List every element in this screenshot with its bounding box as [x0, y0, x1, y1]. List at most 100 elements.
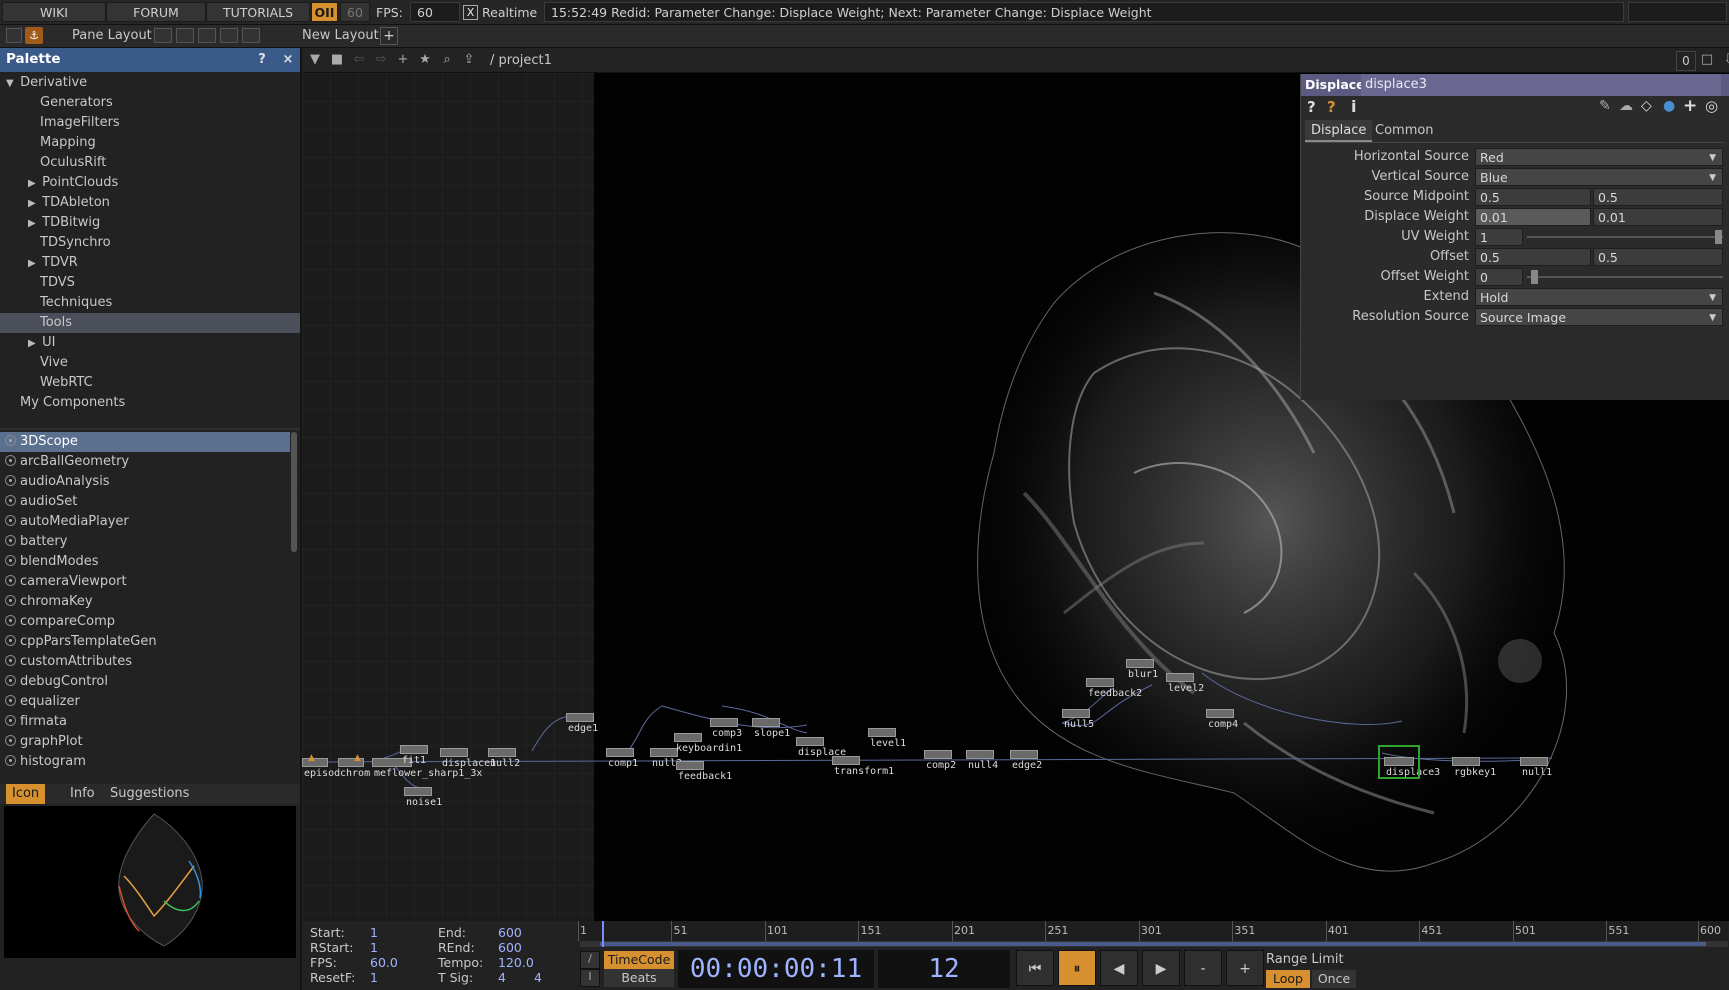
- rstart-value[interactable]: 1: [370, 940, 378, 955]
- loop-button[interactable]: Loop: [1266, 970, 1310, 988]
- network-node[interactable]: [440, 748, 468, 757]
- network-node[interactable]: [606, 748, 634, 757]
- realtime-checkbox[interactable]: X: [463, 5, 478, 20]
- network-node[interactable]: [1206, 709, 1234, 718]
- network-node[interactable]: [1166, 673, 1194, 682]
- param-field[interactable]: 0.01: [1475, 208, 1591, 226]
- network-node[interactable]: [650, 748, 678, 757]
- component-list-item[interactable]: cameraViewport: [0, 572, 290, 592]
- network-node[interactable]: [924, 750, 952, 759]
- step-back-button[interactable]: ◀: [1100, 950, 1138, 986]
- network-node[interactable]: [1010, 750, 1038, 759]
- component-list-item[interactable]: audioSet: [0, 492, 290, 512]
- component-list-item[interactable]: audioAnalysis: [0, 472, 290, 492]
- param-field[interactable]: 0.5: [1593, 188, 1723, 206]
- time-range-bar[interactable]: [580, 941, 1728, 947]
- forward-arrow-icon[interactable]: ⇨: [372, 51, 390, 69]
- component-list-item[interactable]: customAttributes: [0, 652, 290, 672]
- network-node[interactable]: [404, 787, 432, 796]
- param-field[interactable]: 0.5: [1593, 248, 1723, 266]
- python-help-icon[interactable]: ?: [1327, 98, 1336, 116]
- operator-name-field[interactable]: displace3: [1361, 74, 1721, 96]
- component-list-item[interactable]: histogram: [0, 752, 290, 772]
- param-field[interactable]: 0: [1475, 268, 1523, 286]
- pin-icon[interactable]: ⇩: [1720, 51, 1729, 69]
- network-node[interactable]: [1520, 757, 1548, 766]
- palette-tree-item[interactable]: Tools: [0, 313, 300, 333]
- component-list-scrollbar[interactable]: [291, 432, 297, 552]
- tab-info[interactable]: Info: [64, 784, 101, 804]
- palette-tree-item[interactable]: ▶ TDAbleton: [0, 193, 300, 213]
- param-menu[interactable]: Blue ▼: [1475, 168, 1723, 186]
- fps-limit-field[interactable]: 60: [340, 2, 370, 22]
- forum-button[interactable]: FORUM: [106, 2, 206, 22]
- layout-single-icon[interactable]: [154, 28, 172, 43]
- network-node[interactable]: [488, 748, 516, 757]
- param-slider-handle[interactable]: [1715, 230, 1722, 244]
- network-node[interactable]: [966, 750, 994, 759]
- component-list-item[interactable]: debugControl: [0, 672, 290, 692]
- tsig-denominator[interactable]: 4: [534, 970, 542, 985]
- component-list-item[interactable]: compareComp: [0, 612, 290, 632]
- network-node[interactable]: [868, 728, 896, 737]
- palette-tree-item[interactable]: OculusRift: [0, 153, 300, 173]
- palette-tree-item[interactable]: My Components: [0, 393, 300, 413]
- network-node[interactable]: [1452, 757, 1480, 766]
- layout-triple-icon[interactable]: [220, 28, 238, 43]
- component-list-item[interactable]: graphPlot: [0, 732, 290, 752]
- tab-icon[interactable]: Icon: [6, 784, 46, 804]
- help-icon[interactable]: ?: [1307, 98, 1316, 116]
- touchdesigner-logo-icon[interactable]: ⚓: [25, 27, 43, 44]
- oii-button[interactable]: OII: [311, 2, 338, 22]
- new-layout-label[interactable]: New Layout: [302, 28, 379, 43]
- add-layout-button[interactable]: +: [380, 27, 398, 45]
- network-node[interactable]: [674, 733, 702, 742]
- palette-tree-item[interactable]: TDVS: [0, 273, 300, 293]
- start-value[interactable]: 1: [370, 925, 378, 940]
- component-list-item[interactable]: chromaKey: [0, 592, 290, 612]
- collapsed-arrow-icon[interactable]: ▶: [28, 174, 38, 194]
- network-node[interactable]: [400, 745, 428, 754]
- network-node[interactable]: [1086, 678, 1114, 687]
- collapsed-arrow-icon[interactable]: ▶: [28, 334, 38, 354]
- network-path[interactable]: / project1: [490, 53, 552, 68]
- once-button[interactable]: Once: [1312, 970, 1356, 988]
- bar-toggle[interactable]: I: [580, 969, 600, 987]
- lock-icon[interactable]: ◇: [1641, 98, 1652, 114]
- palette-tree-item[interactable]: WebRTC: [0, 373, 300, 393]
- end-value[interactable]: 600: [498, 925, 522, 940]
- network-node[interactable]: [1062, 709, 1090, 718]
- param-menu[interactable]: Hold ▼: [1475, 288, 1723, 306]
- collapsed-arrow-icon[interactable]: ▶: [28, 194, 38, 214]
- stop-icon[interactable]: ■: [328, 51, 346, 69]
- tempo-value[interactable]: 120.0: [498, 955, 534, 970]
- collapsed-arrow-icon[interactable]: ▶: [28, 254, 38, 274]
- edit-icon[interactable]: ✎: [1599, 98, 1611, 114]
- tab-displace[interactable]: Displace: [1305, 120, 1373, 142]
- param-field[interactable]: 0.01: [1593, 208, 1723, 226]
- back-arrow-icon[interactable]: ⇦: [350, 51, 368, 69]
- add-icon[interactable]: +: [1683, 96, 1697, 116]
- param-slider[interactable]: [1527, 236, 1723, 238]
- speed-down-button[interactable]: -: [1184, 950, 1222, 986]
- timecode-button[interactable]: TimeCode: [604, 951, 674, 969]
- palette-tree-item[interactable]: Vive: [0, 353, 300, 373]
- wiki-button[interactable]: WIKI: [2, 2, 106, 22]
- layout-split-h-icon[interactable]: [198, 28, 216, 43]
- step-forward-button[interactable]: ▶: [1142, 950, 1180, 986]
- palette-tree-item[interactable]: Techniques: [0, 293, 300, 313]
- param-slider-handle[interactable]: [1531, 270, 1538, 284]
- component-list-item[interactable]: cppParsTemplateGen: [0, 632, 290, 652]
- layout-split-v-icon[interactable]: [176, 28, 194, 43]
- menu-dropdown-icon[interactable]: ▼: [306, 51, 324, 69]
- component-list-item[interactable]: arcBallGeometry: [0, 452, 290, 472]
- network-node[interactable]: [566, 713, 594, 722]
- time-ruler[interactable]: 1 51 101 151 201 251 301 351 401 451 501 551 600: [578, 921, 1728, 941]
- param-field[interactable]: 0.5: [1475, 248, 1591, 266]
- info-icon[interactable]: i: [1351, 97, 1356, 116]
- network-node[interactable]: [676, 761, 704, 770]
- palette-tree-item[interactable]: ImageFilters: [0, 113, 300, 133]
- palette-help-button[interactable]: ?: [252, 50, 272, 70]
- network-node[interactable]: [1126, 659, 1154, 668]
- component-list-item[interactable]: blendModes: [0, 552, 290, 572]
